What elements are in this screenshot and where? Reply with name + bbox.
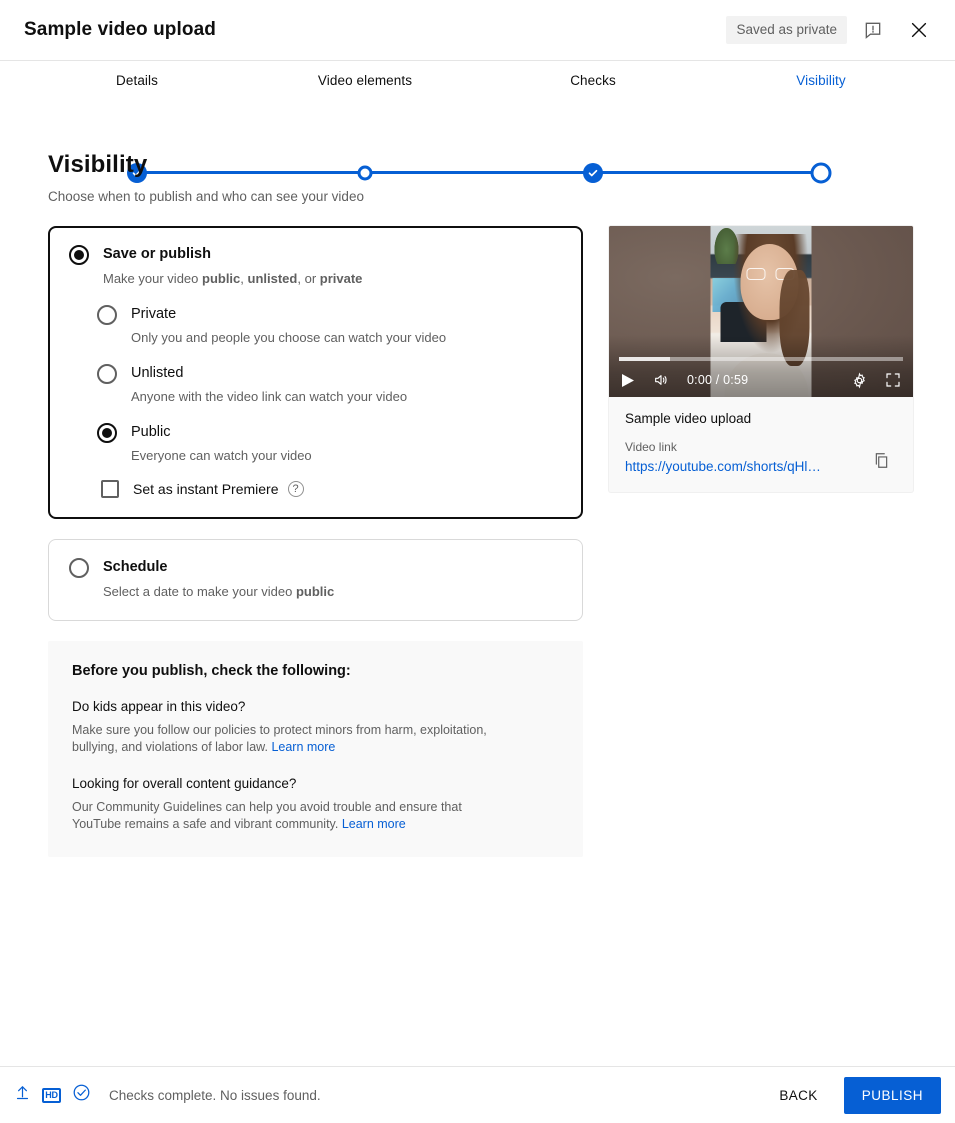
right-column: 0:00 / 0:59 Sample video upload Video li… [609,226,913,857]
visibility-sub-options: Private Only you and people you choose c… [97,305,562,464]
footer-icon-group: HD [14,1083,91,1107]
desc-bold-unlisted: unlisted [247,271,298,286]
volume-icon[interactable] [652,372,670,388]
upload-stepper: Details Video elements Checks Visibility [0,61,955,184]
pre-publish-checklist: Before you publish, check the following:… [48,641,583,857]
save-or-publish-label: Save or publish [103,246,211,262]
save-or-publish-texts: Save or publish Make your video public, … [89,245,362,287]
save-or-publish-row[interactable]: Save or publish Make your video public, … [69,245,562,287]
preview-video-title: Sample video upload [625,411,752,426]
checklist-title: Before you publish, check the following: [72,663,351,679]
visibility-dialog: Sample video upload Saved as private Det… [0,0,955,1123]
instant-premiere-checkbox[interactable] [101,480,119,498]
schedule-desc-part: Select a date to make your video [103,584,296,599]
hd-icon: HD [42,1087,61,1103]
fullscreen-icon[interactable] [885,372,901,388]
left-column: Save or publish Make your video public, … [48,226,583,857]
player-progress-buffer [619,357,671,361]
instant-premiere-label: Set as instant Premiere [133,481,279,497]
instant-premiere-row[interactable]: Set as instant Premiere ? [101,480,562,498]
checklist-answer: Make sure you follow our policies to pro… [72,722,502,756]
checklist-item: Do kids appear in this video? Make sure … [72,699,559,756]
public-label: Public [131,424,171,440]
desc-part: Make your video [103,271,202,286]
footer-status-text: Checks complete. No issues found. [109,1087,321,1103]
preview-info: Sample video upload Video link https://y… [609,397,913,492]
video-preview-card: 0:00 / 0:59 Sample video upload Video li… [609,226,913,492]
unlisted-radio[interactable] [97,364,117,384]
schedule-radio[interactable] [69,558,89,578]
play-icon[interactable] [621,373,635,388]
player-progress-bar[interactable] [619,357,903,361]
section-subtitle: Choose when to publish and who can see y… [48,189,364,204]
checklist-answer: Our Community Guidelines can help you av… [72,799,502,833]
private-label: Private [131,306,177,322]
unlisted-desc: Anyone with the video link can watch you… [131,389,408,404]
visibility-option-private[interactable]: Private Only you and people you choose c… [97,305,562,346]
publish-button[interactable]: PUBLISH [843,1076,941,1114]
section-title: Visibility [48,151,148,178]
upload-icon [14,1083,31,1107]
status-badge: Saved as private [726,16,847,44]
checklist-question: Do kids appear in this video? [72,699,246,714]
learn-more-link[interactable]: Learn more [271,740,335,754]
visibility-option-unlisted[interactable]: Unlisted Anyone with the video link can … [97,364,562,405]
video-player[interactable]: 0:00 / 0:59 [609,226,913,397]
schedule-desc-bold: public [295,584,335,599]
preview-link-column: Video link https://youtube.com/shorts/qH… [625,440,865,474]
player-controls: 0:00 / 0:59 [609,363,913,397]
private-texts: Private Only you and people you choose c… [117,305,446,346]
schedule-texts: Schedule Select a date to make your vide… [89,558,334,600]
desc-part: , or [297,271,320,286]
schedule-desc: Select a date to make your video public [103,583,334,600]
unlisted-texts: Unlisted Anyone with the video link can … [117,364,407,405]
public-radio[interactable] [97,423,117,443]
back-button[interactable]: BACK [763,1078,833,1113]
schedule-row[interactable]: Schedule Select a date to make your vide… [69,558,562,600]
preview-link-row: Video link https://youtube.com/shorts/qH… [625,440,897,474]
schedule-label: Schedule [103,559,168,575]
dialog-body: Visibility Choose when to publish and wh… [0,129,955,1066]
visibility-option-public[interactable]: Public Everyone can watch your video [97,423,562,464]
desc-bold-public: public [202,271,241,286]
copy-icon[interactable] [865,444,897,476]
page-title: Sample video upload [24,19,216,40]
public-desc: Everyone can watch your video [131,448,312,463]
stepper-label-visibility[interactable]: Visibility [796,73,846,88]
stepper-labels: Details Video elements Checks Visibility [0,73,955,93]
schedule-card[interactable]: Schedule Select a date to make your vide… [48,539,583,621]
help-icon[interactable]: ? [287,481,304,497]
desc-part: , [240,271,248,286]
dialog-footer: HD Checks complete. No issues found. BAC… [0,1066,955,1123]
desc-bold-private: private [319,271,363,286]
player-time: 0:00 / 0:59 [687,373,749,387]
learn-more-link[interactable]: Learn more [342,817,406,831]
checklist-item: Looking for overall content guidance? Ou… [72,776,559,833]
stepper-label-details[interactable]: Details [116,73,158,88]
content-columns: Save or publish Make your video public, … [48,226,931,857]
checklist-question: Looking for overall content guidance? [72,776,297,791]
save-or-publish-desc: Make your video public, unlisted, or pri… [103,270,362,287]
public-texts: Public Everyone can watch your video [117,423,312,464]
unlisted-label: Unlisted [131,365,184,381]
save-or-publish-radio[interactable] [69,245,89,265]
dialog-header: Sample video upload Saved as private [0,0,955,61]
video-link-url[interactable]: https://youtube.com/shorts/qHl… [625,459,865,474]
feedback-exclamation-icon[interactable] [853,10,893,50]
private-desc: Only you and people you choose can watch… [131,330,447,345]
private-radio[interactable] [97,305,117,325]
gear-icon[interactable] [851,371,868,389]
video-link-label: Video link [625,440,677,454]
save-or-publish-card[interactable]: Save or publish Make your video public, … [48,226,583,519]
stepper-label-video-elements[interactable]: Video elements [318,73,412,88]
close-icon[interactable] [899,10,939,50]
check-circle-icon [72,1083,91,1107]
stepper-label-checks[interactable]: Checks [570,73,616,88]
